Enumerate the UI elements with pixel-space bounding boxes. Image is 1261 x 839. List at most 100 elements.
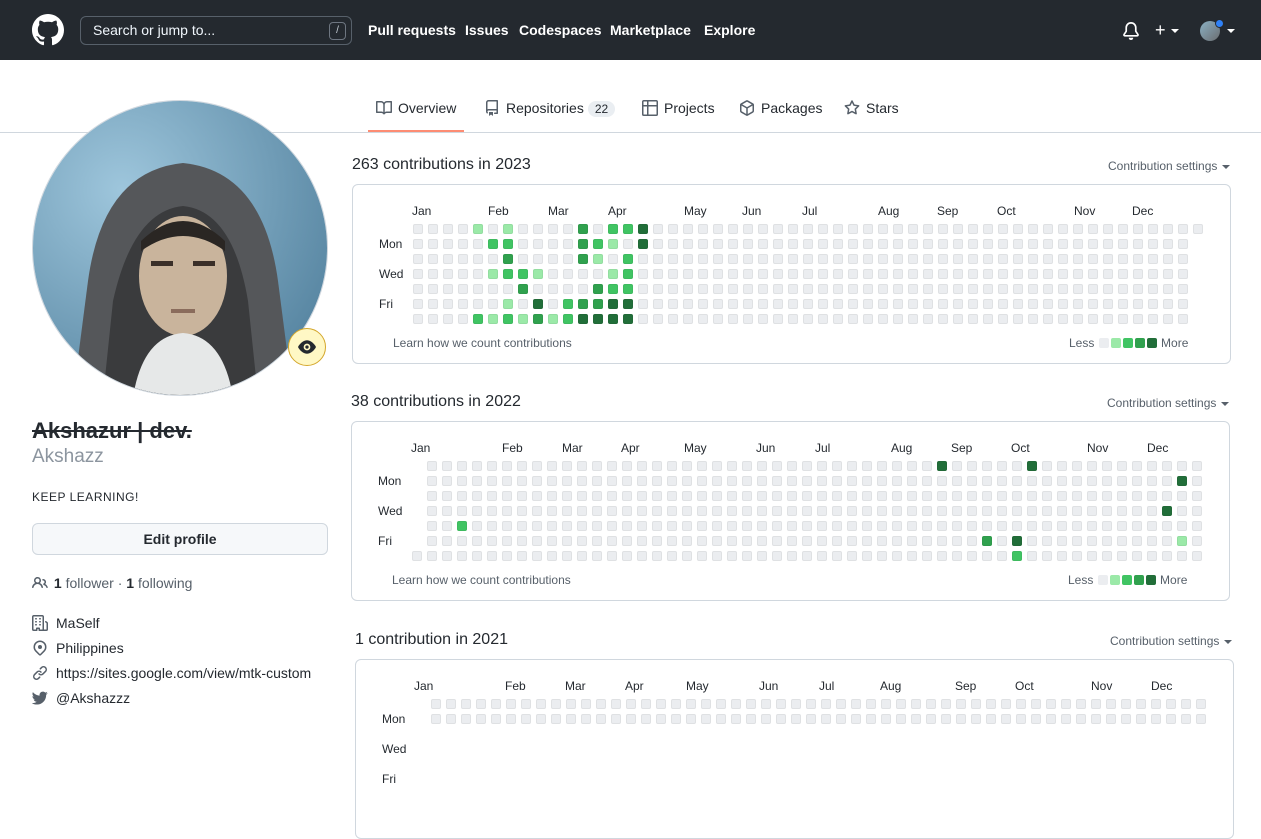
contribution-day-cell[interactable]	[1148, 284, 1158, 294]
contribution-day-cell[interactable]	[848, 224, 858, 234]
contribution-day-cell[interactable]	[922, 521, 932, 531]
contribution-day-cell[interactable]	[698, 299, 708, 309]
contribution-day-cell[interactable]	[563, 269, 573, 279]
contribution-day-cell[interactable]	[772, 476, 782, 486]
contribution-day-cell[interactable]	[638, 254, 648, 264]
contribution-day-cell[interactable]	[1013, 239, 1023, 249]
contribution-day-cell[interactable]	[971, 714, 981, 724]
contribution-day-cell[interactable]	[427, 476, 437, 486]
contribution-day-cell[interactable]	[547, 521, 557, 531]
contribution-day-cell[interactable]	[1163, 254, 1173, 264]
contribution-day-cell[interactable]	[473, 299, 483, 309]
contribution-day-cell[interactable]	[1118, 239, 1128, 249]
contribution-day-cell[interactable]	[563, 314, 573, 324]
contribution-day-cell[interactable]	[1166, 714, 1176, 724]
contribution-day-cell[interactable]	[1027, 551, 1037, 561]
contribution-day-cell[interactable]	[1192, 461, 1202, 471]
contribution-day-cell[interactable]	[758, 314, 768, 324]
contribution-day-cell[interactable]	[472, 461, 482, 471]
contribution-day-cell[interactable]	[427, 461, 437, 471]
contribution-day-cell[interactable]	[817, 521, 827, 531]
nav-codespaces[interactable]: Codespaces	[519, 22, 601, 38]
contribution-day-cell[interactable]	[428, 269, 438, 279]
contribution-day-cell[interactable]	[637, 536, 647, 546]
contribution-day-cell[interactable]	[608, 314, 618, 324]
contribution-day-cell[interactable]	[862, 521, 872, 531]
contribution-day-cell[interactable]	[982, 536, 992, 546]
contribution-day-cell[interactable]	[667, 521, 677, 531]
contribution-day-cell[interactable]	[803, 314, 813, 324]
contribution-day-cell[interactable]	[698, 284, 708, 294]
contribution-day-cell[interactable]	[517, 491, 527, 501]
contribution-day-cell[interactable]	[908, 254, 918, 264]
contribution-day-cell[interactable]	[487, 506, 497, 516]
contribution-day-cell[interactable]	[652, 476, 662, 486]
contribution-day-cell[interactable]	[862, 491, 872, 501]
contribution-day-cell[interactable]	[1042, 506, 1052, 516]
contribution-day-cell[interactable]	[1091, 699, 1101, 709]
contribution-day-cell[interactable]	[878, 224, 888, 234]
contribution-day-cell[interactable]	[758, 299, 768, 309]
contribution-day-cell[interactable]	[623, 224, 633, 234]
contribution-day-cell[interactable]	[1178, 314, 1188, 324]
contribution-day-cell[interactable]	[1177, 476, 1187, 486]
contribution-day-cell[interactable]	[487, 461, 497, 471]
contribution-day-cell[interactable]	[743, 254, 753, 264]
contribution-day-cell[interactable]	[532, 506, 542, 516]
contribution-day-cell[interactable]	[997, 536, 1007, 546]
contribution-day-cell[interactable]	[1072, 491, 1082, 501]
contribution-day-cell[interactable]	[547, 536, 557, 546]
contribution-day-cell[interactable]	[472, 551, 482, 561]
contribution-day-cell[interactable]	[893, 314, 903, 324]
contribution-day-cell[interactable]	[1072, 521, 1082, 531]
contribution-day-cell[interactable]	[847, 551, 857, 561]
contribution-day-cell[interactable]	[923, 299, 933, 309]
contribution-day-cell[interactable]	[968, 314, 978, 324]
contribution-day-cell[interactable]	[952, 506, 962, 516]
contribution-day-cell[interactable]	[1118, 269, 1128, 279]
contribution-day-cell[interactable]	[566, 699, 576, 709]
contribution-day-cell[interactable]	[1012, 476, 1022, 486]
contribution-day-cell[interactable]	[446, 699, 456, 709]
contribution-day-cell[interactable]	[611, 714, 621, 724]
contribution-day-cell[interactable]	[787, 536, 797, 546]
contribution-day-cell[interactable]	[922, 461, 932, 471]
contribution-day-cell[interactable]	[532, 491, 542, 501]
contribution-day-cell[interactable]	[1181, 699, 1191, 709]
contribution-day-cell[interactable]	[682, 521, 692, 531]
contribution-day-cell[interactable]	[488, 299, 498, 309]
contribution-day-cell[interactable]	[971, 699, 981, 709]
contribution-day-cell[interactable]	[653, 314, 663, 324]
contribution-day-cell[interactable]	[1162, 461, 1172, 471]
contribution-day-cell[interactable]	[577, 536, 587, 546]
contribution-day-cell[interactable]	[953, 314, 963, 324]
contribution-day-cell[interactable]	[863, 269, 873, 279]
contribution-day-cell[interactable]	[806, 699, 816, 709]
contribution-day-cell[interactable]	[941, 714, 951, 724]
contribution-day-cell[interactable]	[1162, 536, 1172, 546]
contribution-day-cell[interactable]	[472, 476, 482, 486]
contribution-day-cell[interactable]	[998, 314, 1008, 324]
contribution-day-cell[interactable]	[652, 491, 662, 501]
contribution-day-cell[interactable]	[1042, 551, 1052, 561]
contribution-day-cell[interactable]	[457, 536, 467, 546]
contribution-day-cell[interactable]	[907, 476, 917, 486]
contribution-day-cell[interactable]	[533, 269, 543, 279]
contribution-day-cell[interactable]	[863, 314, 873, 324]
contribution-day-cell[interactable]	[626, 699, 636, 709]
contribution-day-cell[interactable]	[457, 521, 467, 531]
contribution-day-cell[interactable]	[817, 536, 827, 546]
contribution-day-cell[interactable]	[638, 269, 648, 279]
contribution-day-cell[interactable]	[596, 699, 606, 709]
contribution-day-cell[interactable]	[431, 714, 441, 724]
contribution-day-cell[interactable]	[892, 521, 902, 531]
contribution-day-cell[interactable]	[1087, 536, 1097, 546]
contribution-day-cell[interactable]	[758, 254, 768, 264]
contribution-day-cell[interactable]	[548, 239, 558, 249]
contribution-day-cell[interactable]	[967, 476, 977, 486]
contribution-day-cell[interactable]	[428, 254, 438, 264]
contribution-day-cell[interactable]	[773, 284, 783, 294]
contribution-day-cell[interactable]	[442, 521, 452, 531]
contribution-day-cell[interactable]	[581, 699, 591, 709]
contribution-day-cell[interactable]	[758, 224, 768, 234]
